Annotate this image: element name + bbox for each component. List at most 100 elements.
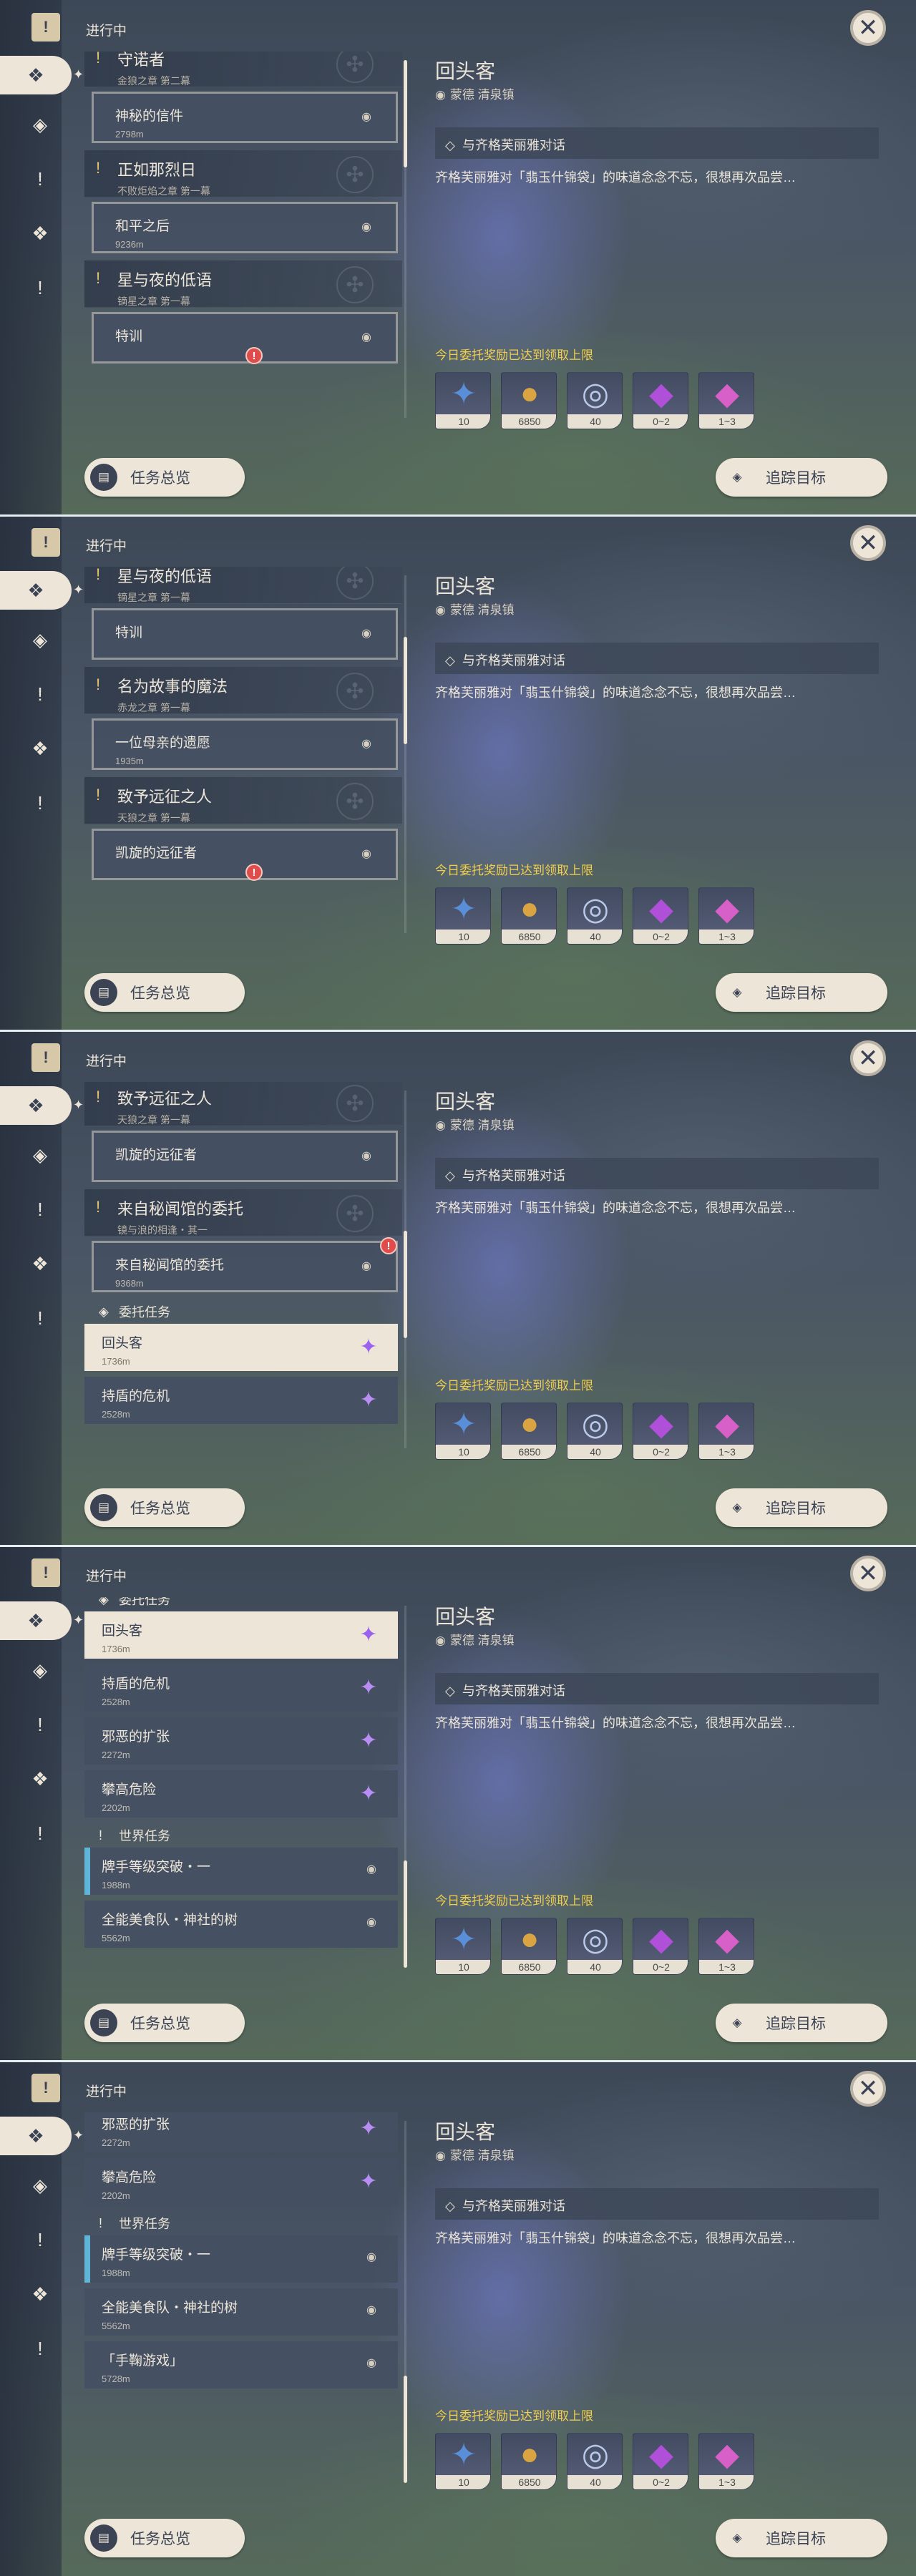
reward-item[interactable]: ✦ 10 — [435, 2433, 491, 2490]
nav-archon-icon[interactable]: ◈ — [24, 109, 56, 140]
subquest-item[interactable]: 神秘的信件 2798m ◉ — [92, 92, 398, 143]
location-pin-icon[interactable]: ◉ — [359, 626, 374, 642]
quest-list[interactable]: ! 致予远征之人 天狼之章 第一幕 ✣ 凯旋的远征者 ◉ ! 来自秘闻馆的委托 镜与浪的相逢・其… — [84, 1082, 402, 1474]
reward-item[interactable]: ◆ 0~2 — [633, 1402, 688, 1460]
nav-commission-icon[interactable]: ! — [24, 787, 56, 819]
nav-all-icon[interactable]: ❖ — [0, 1086, 72, 1125]
scrollbar-thumb[interactable] — [404, 637, 407, 744]
track-objective-button[interactable]: ◈ 追踪目标 — [716, 973, 887, 1012]
nav-world-icon[interactable]: ❖ — [24, 2278, 56, 2310]
close-button[interactable]: ✕ — [850, 1040, 886, 1076]
nav-all-icon[interactable]: ❖ — [0, 1601, 72, 1640]
location-pin-icon[interactable]: ◉ — [359, 847, 374, 862]
quest-tab-icon[interactable]: ! — [31, 528, 60, 557]
quest-header[interactable]: ! 致予远征之人 天狼之章 第一幕 ✣ — [84, 1082, 402, 1126]
nav-archon-icon[interactable]: ◈ — [24, 2170, 56, 2201]
reward-item[interactable]: ◎ 40 — [567, 1918, 623, 1975]
quest-list[interactable]: !传说任务!守诺者金狼之章 第二幕✣神秘的信件2798m◉!正如那烈日不败炬焰之… — [84, 52, 402, 444]
location-pin-icon[interactable]: ◉ — [359, 1148, 374, 1164]
nav-story-icon[interactable]: ! — [24, 678, 56, 710]
nav-story-icon[interactable]: ! — [24, 163, 56, 195]
quest-overview-button[interactable]: ▤ 任务总览 — [84, 1488, 245, 1527]
nav-commission-icon[interactable]: ! — [24, 272, 56, 303]
nav-all-icon[interactable]: ❖ — [0, 2117, 72, 2155]
subquest-item[interactable]: 来自秘闻馆的委托 9368m ◉! — [92, 1237, 398, 1292]
quest-tab-icon[interactable]: ! — [31, 1043, 60, 1072]
quest-header[interactable]: ! 致予远征之人 天狼之章 第一幕 ✣ — [84, 777, 402, 824]
world-quest-item[interactable]: 「手鞠游戏」 5728m ◉ — [84, 2341, 398, 2389]
quest-list[interactable]: ◈委托任务!回头客1736m✦持盾的危机2528m✦邪恶的扩张2272m✦攀高危… — [84, 1597, 402, 1989]
world-quest-item[interactable]: 牌手等级突破・一 1988m ◉ — [84, 1848, 398, 1895]
commission-item[interactable]: 持盾的危机 2528m ✦ — [84, 1377, 398, 1424]
quest-tab-icon[interactable]: ! — [31, 2074, 60, 2102]
nav-commission-icon[interactable]: ! — [24, 2333, 56, 2364]
subquest-item[interactable]: 特训 ◉ — [92, 608, 398, 660]
reward-item[interactable]: ◆ 0~2 — [633, 2433, 688, 2490]
subquest-item[interactable]: 一位母亲的遗愿 1935m ◉ — [92, 718, 398, 770]
reward-item[interactable]: ● 6850 — [501, 2433, 557, 2490]
track-objective-button[interactable]: ◈ 追踪目标 — [716, 458, 887, 497]
nav-commission-icon[interactable]: ! — [24, 1302, 56, 1334]
world-quest-item[interactable]: 牌手等级突破・一 1988m ◉ — [84, 2235, 398, 2283]
reward-item[interactable]: ◆ 1~3 — [698, 372, 754, 429]
quest-header[interactable]: ! 星与夜的低语 镝星之章 第一幕 ✣ — [84, 567, 402, 604]
commission-item[interactable]: 回头客 1736m ✦ — [84, 1324, 398, 1371]
scrollbar-track[interactable] — [404, 575, 406, 933]
commission-item[interactable]: 邪恶的扩张2272m✦! — [84, 2112, 398, 2152]
quest-overview-button[interactable]: ▤ 任务总览 — [84, 2519, 245, 2557]
commission-item[interactable]: 攀高危险 2202m ✦ — [84, 2158, 398, 2205]
quest-list[interactable]: 邪恶的扩张 2272m ✦! 攀高危险 2202m ✦ ! 世界任务牌手等级突破・一 1988m… — [84, 2112, 402, 2504]
subquest-item[interactable]: 凯旋的远征者 ◉! — [92, 829, 398, 881]
scrollbar-thumb[interactable] — [404, 1860, 407, 1968]
reward-item[interactable]: ✦ 10 — [435, 1918, 491, 1975]
reward-item[interactable]: ✦ 10 — [435, 1402, 491, 1460]
reward-item[interactable]: ◎ 40 — [567, 372, 623, 429]
quest-list[interactable]: ! 星与夜的低语 镝星之章 第一幕 ✣ 特训 ◉ ! 名为故事的魔法 赤龙之章 第一幕 ✣ 一位母亲… — [84, 567, 402, 959]
reward-item[interactable]: ● 6850 — [501, 1918, 557, 1975]
reward-item[interactable]: ◆ 0~2 — [633, 372, 688, 429]
location-pin-icon[interactable]: ◉ — [359, 109, 374, 125]
quest-overview-button[interactable]: ▤ 任务总览 — [84, 458, 245, 497]
location-pin-icon[interactable]: ◉ — [366, 1862, 376, 1876]
nav-archon-icon[interactable]: ◈ — [24, 1139, 56, 1171]
commission-item[interactable]: 持盾的危机 2528m ✦ — [84, 1664, 398, 1712]
location-pin-icon[interactable]: ◉ — [359, 220, 374, 235]
location-pin-icon[interactable]: ◉ — [359, 1259, 374, 1274]
reward-item[interactable]: ◆ 1~3 — [698, 1918, 754, 1975]
reward-item[interactable]: ◆ 0~2 — [633, 887, 688, 945]
reward-item[interactable]: ◆ 0~2 — [633, 1918, 688, 1975]
close-button[interactable]: ✕ — [850, 525, 886, 561]
quest-overview-button[interactable]: ▤ 任务总览 — [84, 973, 245, 1012]
reward-item[interactable]: ◎ 40 — [567, 887, 623, 945]
nav-world-icon[interactable]: ❖ — [24, 733, 56, 764]
location-pin-icon[interactable]: ◉ — [366, 2250, 376, 2264]
track-objective-button[interactable]: ◈ 追踪目标 — [716, 2519, 887, 2557]
subquest-item[interactable]: 和平之后 9236m ◉ — [92, 202, 398, 253]
reward-item[interactable]: ● 6850 — [501, 1402, 557, 1460]
nav-all-icon[interactable]: ❖ — [0, 56, 72, 94]
reward-item[interactable]: ◎ 40 — [567, 1402, 623, 1460]
nav-all-icon[interactable]: ❖ — [0, 571, 72, 610]
quest-overview-button[interactable]: ▤ 任务总览 — [84, 2004, 245, 2042]
track-objective-button[interactable]: ◈ 追踪目标 — [716, 1488, 887, 1527]
nav-story-icon[interactable]: ! — [24, 2224, 56, 2255]
scrollbar-thumb[interactable] — [404, 1231, 407, 1338]
subquest-item[interactable]: 特训 ◉! — [92, 312, 398, 364]
quest-header[interactable]: ! 名为故事的魔法 赤龙之章 第一幕 ✣ — [84, 667, 402, 714]
commission-item[interactable]: 攀高危险 2202m ✦ — [84, 1770, 398, 1818]
location-pin-icon[interactable]: ◉ — [366, 1915, 376, 1929]
nav-world-icon[interactable]: ❖ — [24, 1763, 56, 1795]
quest-tab-icon[interactable]: ! — [31, 1558, 60, 1587]
nav-commission-icon[interactable]: ! — [24, 1818, 56, 1849]
nav-story-icon[interactable]: ! — [24, 1709, 56, 1740]
scrollbar-thumb[interactable] — [404, 2376, 407, 2483]
reward-item[interactable]: ● 6850 — [501, 372, 557, 429]
reward-item[interactable]: ✦ 10 — [435, 372, 491, 429]
world-quest-item[interactable]: 全能美食队・神社的树 5562m ◉ — [84, 1901, 398, 1948]
location-pin-icon[interactable]: ◉ — [366, 2356, 376, 2370]
reward-item[interactable]: ◆ 1~3 — [698, 2433, 754, 2490]
track-objective-button[interactable]: ◈ 追踪目标 — [716, 2004, 887, 2042]
nav-world-icon[interactable]: ❖ — [24, 218, 56, 249]
reward-item[interactable]: ✦ 10 — [435, 887, 491, 945]
nav-archon-icon[interactable]: ◈ — [24, 624, 56, 655]
